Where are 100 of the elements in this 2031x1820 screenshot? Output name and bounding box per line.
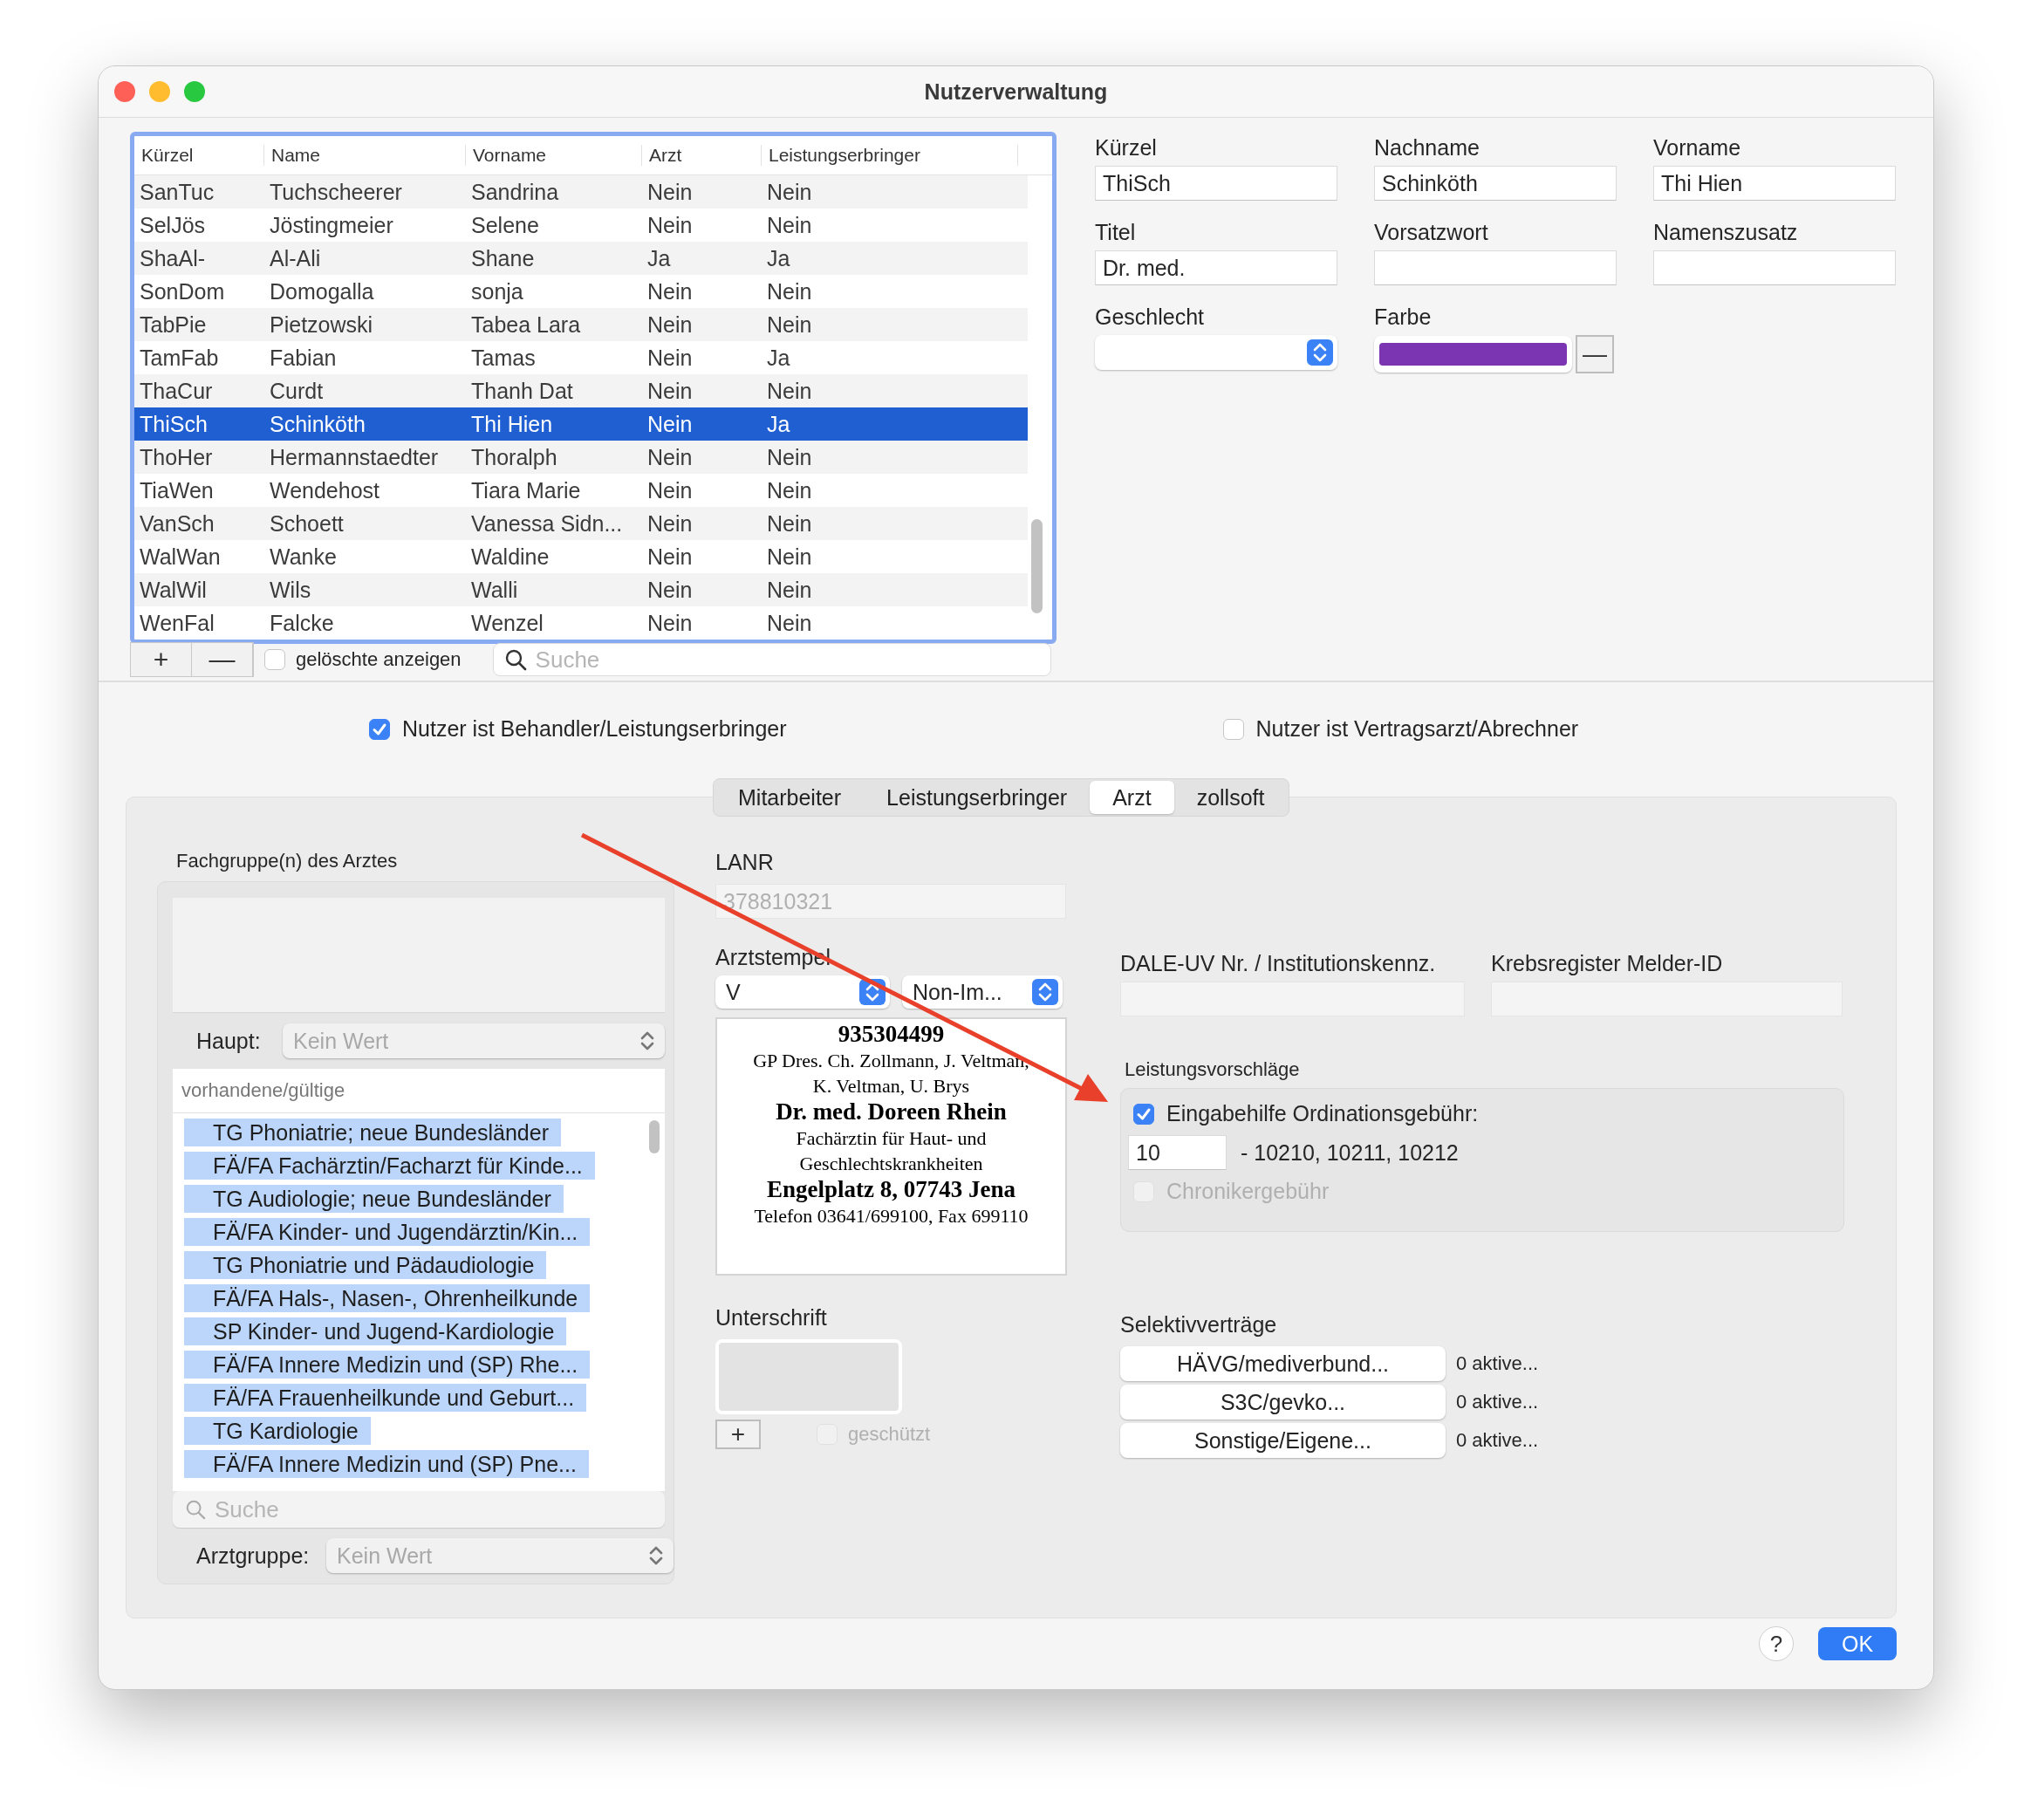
column-header[interactable]: Kürzel	[134, 145, 264, 166]
table-row[interactable]: SelJös Jöstingmeier Selene Nein Nein	[134, 209, 1028, 242]
section-label: Selektivverträge	[1120, 1312, 1278, 1338]
table-cell-text: Nein	[646, 477, 694, 503]
list-item[interactable]: FÄ/FA Fachärztin/Facharzt für Kinde...	[184, 1152, 595, 1180]
list-item[interactable]: SP Kinder- und Jugend-Kardiologie	[184, 1317, 567, 1345]
clear-button[interactable]: —	[1576, 335, 1614, 373]
table-cell-text: Tiara Marie	[470, 477, 582, 503]
table-cell-text: Pietzowski	[269, 311, 374, 338]
list-item[interactable]: FÄ/FA Innere Medizin und (SP) Rhe...	[184, 1351, 591, 1379]
table-cell-text: Nein	[646, 378, 694, 404]
list-item[interactable]: TG Kardiologie	[184, 1417, 371, 1445]
table-cell-text: Nein	[766, 278, 813, 304]
field-label: Arztgruppe:	[196, 1543, 310, 1569]
table-cell-text: Curdt	[269, 378, 325, 404]
column-header[interactable]: Arzt	[642, 145, 762, 166]
status-text: 0 aktive...	[1456, 1429, 1539, 1452]
dropdown[interactable]: V	[715, 975, 890, 1009]
table-cell-text: WenFal	[139, 610, 215, 636]
column-header[interactable]: Leistungserbringer	[762, 145, 1018, 166]
checkbox-label: Nutzer ist Vertragsarzt/Abrechner	[1255, 716, 1579, 742]
table-cell-text: Nein	[766, 577, 813, 603]
table-cell-text: Selene	[470, 212, 540, 238]
list-item[interactable]: FÄ/FA Kinder- und Jugendärztin/Kin...	[184, 1218, 591, 1246]
table-cell-text: Ja	[766, 345, 791, 371]
dropdown[interactable]: Non-Im...	[902, 975, 1063, 1009]
stamp-text: 935304499	[838, 1021, 945, 1048]
text-field[interactable]: Dr. med.	[1095, 250, 1337, 285]
table-cell-text: Schoett	[269, 510, 345, 537]
table-cell-text: Nein	[766, 378, 813, 404]
text-field[interactable]: ThiSch	[1095, 166, 1337, 201]
table-row[interactable]: WalWan Wanke Waldine Nein Nein	[134, 540, 1028, 573]
checkbox-label: Eingabehilfe Ordinationsgebühr:	[1166, 1101, 1479, 1126]
add-button[interactable]: +	[715, 1420, 761, 1449]
table-cell-text: Nein	[646, 544, 694, 570]
tab[interactable]: Arzt	[1090, 781, 1174, 814]
table-row[interactable]: WalWil Wils Walli Nein Nein	[134, 573, 1028, 606]
table-cell-text: Nein	[646, 577, 694, 603]
list-item[interactable]: FÄ/FA Frauenheilkunde und Geburt...	[184, 1384, 587, 1412]
table-cell-text: Nein	[766, 444, 813, 470]
tab[interactable]: Leistungserbringer	[864, 781, 1091, 814]
status-text: 0 aktive...	[1456, 1352, 1539, 1375]
table-row[interactable]: SanTuc Tuchscheerer Sandrina Nein Nein	[134, 175, 1028, 209]
list-item[interactable]: TG Audiologie; neue Bundesländer	[184, 1185, 564, 1213]
tab[interactable]: Mitarbeiter	[715, 781, 865, 814]
field-label: Geschlecht	[1095, 304, 1206, 330]
table-cell-text: Ja	[646, 245, 672, 271]
contract-button[interactable]: S3C/gevko...	[1120, 1385, 1446, 1420]
field-label: DALE-UV Nr. / Institutionskennz.	[1120, 951, 1437, 976]
stamp-text: Engelplatz 8, 07743 Jena	[767, 1176, 1016, 1203]
checkbox-label: geschützt	[848, 1423, 931, 1446]
table-row[interactable]: ThiSch Schinköth Thi Hien Nein Ja	[134, 407, 1028, 441]
contract-button[interactable]: Sonstige/Eigene...	[1120, 1423, 1446, 1458]
table-cell-text: Nein	[766, 610, 813, 636]
table-cell-text: Thoralph	[470, 444, 558, 470]
table-row[interactable]: ThaCur Curdt Thanh Dat Nein Nein	[134, 374, 1028, 407]
table-row[interactable]: ShaAl- Al-Ali Shane Ja Ja	[134, 242, 1028, 275]
table-cell-text: Nein	[646, 311, 694, 338]
ok-button[interactable]: OK	[1818, 1627, 1897, 1660]
table-cell-text: Nein	[766, 179, 813, 205]
table-cell-text: Nein	[646, 345, 694, 371]
table-cell-text: Nein	[646, 278, 694, 304]
table-cell-text: Falcke	[269, 610, 335, 636]
table-row[interactable]: TamFab Fabian Tamas Nein Ja	[134, 341, 1028, 374]
table-row[interactable]: SonDom Domogalla sonja Nein Nein	[134, 275, 1028, 308]
table-row[interactable]: WenFal Falcke Wenzel Nein Nein	[134, 606, 1028, 640]
contract-button[interactable]: HÄVG/mediverbund...	[1120, 1346, 1446, 1381]
text-field[interactable]: Thi Hien	[1653, 166, 1896, 201]
help-button[interactable]: ?	[1759, 1626, 1794, 1661]
list-item[interactable]: TG Phoniatrie; neue Bundesländer	[184, 1119, 561, 1146]
table-cell-text: Wanke	[269, 544, 338, 570]
list-item[interactable]: FÄ/FA Hals-, Nasen-, Ohrenheilkunde	[184, 1284, 591, 1312]
table-cell-text: Nein	[646, 510, 694, 537]
table-cell-text: Nein	[646, 444, 694, 470]
checkbox-label: gelöschte anzeigen	[296, 648, 462, 671]
field-label: Kürzel	[1095, 135, 1158, 161]
stamp-text: GP Dres. Ch. Zollmann, J. Veltman,	[753, 1049, 1029, 1073]
field-label: Haupt:	[196, 1028, 261, 1054]
table-cell-text: Ja	[766, 245, 791, 271]
field-label: Nachname	[1374, 135, 1481, 161]
table-row[interactable]: VanSch Schoett Vanessa Sidn... Nein Nein	[134, 507, 1028, 540]
table-cell-text: Nein	[766, 544, 813, 570]
table-row[interactable]: TiaWen Wendehost Tiara Marie Nein Nein	[134, 474, 1028, 507]
table-row[interactable]: ThoHer Hermannstaedter Thoralph Nein Nein	[134, 441, 1028, 474]
column-header[interactable]: vorhandene/gültige	[181, 1079, 345, 1102]
column-header[interactable]: Name	[264, 145, 466, 166]
list-item[interactable]: FÄ/FA Innere Medizin und (SP) Pne...	[184, 1450, 589, 1478]
table-cell-text: SelJös	[139, 212, 207, 238]
tab[interactable]: zollsoft	[1173, 781, 1288, 814]
text-field[interactable]: Schinköth	[1374, 166, 1617, 201]
list-item[interactable]: TG Phoniatrie und Pädaudiologie	[184, 1251, 547, 1279]
table-cell-text: Thanh Dat	[470, 378, 574, 404]
column-header[interactable]: Vorname	[466, 145, 642, 166]
window-title: Nutzerverwaltung	[924, 79, 1108, 105]
text-field[interactable]: 10	[1128, 1135, 1227, 1170]
stamp-text: Dr. med. Doreen Rhein	[776, 1098, 1007, 1126]
table-cell-text: Vanessa Sidn...	[470, 510, 624, 537]
field-label: Titel	[1095, 220, 1137, 245]
table-cell-text: Tamas	[470, 345, 537, 371]
table-row[interactable]: TabPie Pietzowski Tabea Lara Nein Nein	[134, 308, 1028, 341]
